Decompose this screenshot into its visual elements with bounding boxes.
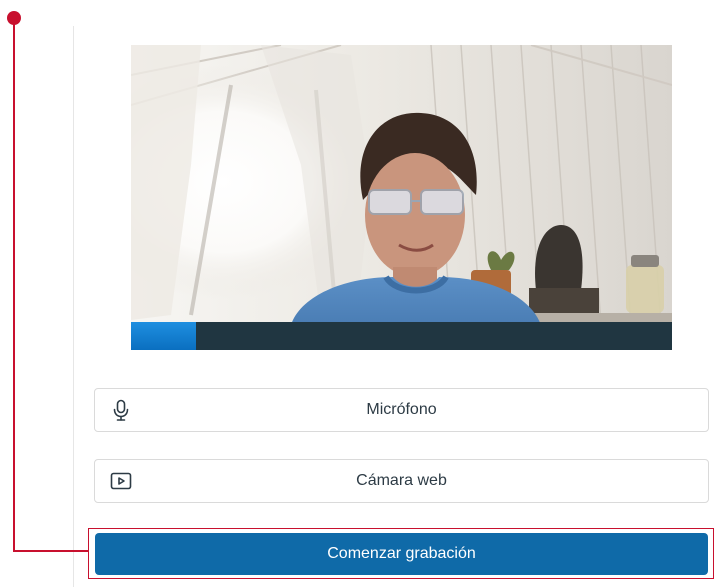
audio-level-fill: [131, 322, 196, 350]
audio-level-meter: [131, 322, 672, 350]
panel-divider: [73, 26, 74, 587]
webcam-selector[interactable]: Cámara web: [94, 459, 709, 503]
callout-connector-vertical: [13, 20, 15, 552]
microphone-selector[interactable]: Micrófono: [94, 388, 709, 432]
webcam-frame-image: [131, 45, 672, 350]
webcam-selector-label: Cámara web: [356, 472, 447, 489]
callout-connector-horizontal: [13, 550, 89, 552]
recording-page: Micrófono Cámara web Comenzar grabación: [0, 0, 722, 587]
start-recording-button[interactable]: Comenzar grabación: [95, 533, 708, 575]
webcam-preview: [131, 45, 672, 350]
microphone-selector-label: Micrófono: [366, 401, 437, 418]
